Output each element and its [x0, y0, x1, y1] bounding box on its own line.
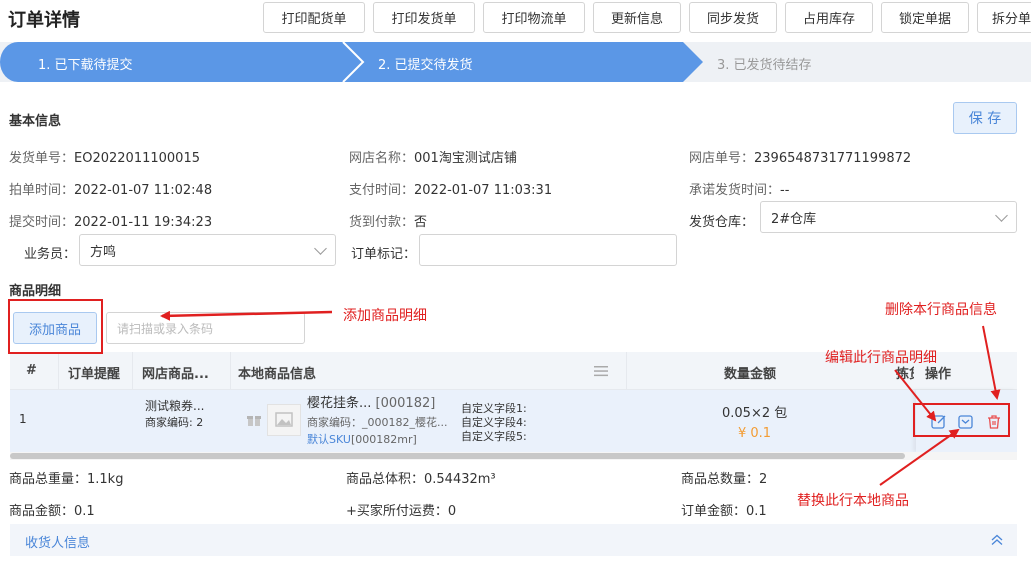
goods-table: # 订单提醒 网店商品... 本地商品信息 数量金额 拣货 操作 1 测试粮券.… [10, 352, 1017, 460]
field-order-mark-label: 订单标记： [351, 247, 417, 262]
custom-field-5: 自定义字段5: [461, 430, 527, 443]
sync-ship-button[interactable]: 同步发货 [689, 2, 777, 33]
chevron-down-icon [314, 242, 327, 255]
goods-title: 商品明细 [9, 284, 62, 299]
receiver-section-header[interactable]: 收货人信息 [10, 524, 1017, 556]
save-button[interactable]: 保 存 [953, 102, 1017, 134]
order-mark-input[interactable] [419, 234, 677, 266]
summary-order-amount: 订单金额：0.1 [681, 504, 767, 519]
annotation-replace-row: 替换此行本地商品 [797, 493, 909, 509]
col-local-goods: 本地商品信息 [238, 367, 317, 382]
barcode-input[interactable]: 请扫描或录入条码 [106, 312, 305, 344]
step-2: 2. 已提交待发货 [378, 58, 473, 73]
sku-info: 默认SKU[000182mr] [307, 433, 417, 446]
receiver-title: 收货人信息 [25, 536, 91, 551]
print-delivery-button[interactable]: 打印发货单 [373, 2, 475, 33]
product-image-placeholder [267, 404, 301, 436]
amount-value: ¥ 0.1 [738, 426, 772, 441]
field-promise-time: 承诺发货时间：-- [689, 183, 790, 198]
highlight-operation-icons [913, 403, 1010, 437]
col-index: # [26, 363, 37, 378]
occupy-stock-button[interactable]: 占用库存 [785, 2, 873, 33]
summary-goods-amount: 商品金额：0.1 [9, 504, 95, 519]
field-order-time: 拍单时间：2022-01-07 11:02:48 [9, 183, 213, 198]
field-ship-no: 发货单号：EO2022011100015 [9, 151, 200, 166]
column-menu-icon[interactable] [594, 364, 608, 378]
steps-background [0, 42, 1031, 82]
print-logistics-button[interactable]: 打印物流单 [483, 2, 585, 33]
row-index: 1 [19, 412, 27, 426]
field-shop-name: 网店名称：001淘宝测试店铺 [349, 151, 517, 166]
field-shop-order-no: 网店单号：2396548731771199872 [689, 151, 912, 166]
chevron-down-icon [995, 209, 1008, 222]
field-warehouse-label: 发货仓库： [689, 215, 755, 230]
qty-value: 0.05×2 包 [722, 406, 788, 421]
field-submit-time: 提交时间：2022-01-11 19:34:23 [9, 215, 213, 230]
annotation-add-detail: 添加商品明细 [343, 308, 427, 324]
print-picking-button[interactable]: 打印配货单 [263, 2, 365, 33]
image-icon [275, 412, 293, 427]
highlight-add-button [8, 299, 103, 354]
step-3: 3. 已发货待结存 [717, 58, 812, 73]
table-row[interactable]: 1 测试粮券... 商家编码: 2 樱花挂条... [000182] 商家编码：… [10, 390, 1017, 452]
summary-weight: 商品总重量：1.1kg [9, 472, 124, 487]
merchant-code: 商家编码：_000182_樱花... [307, 416, 447, 429]
shop-goods-name: 测试粮券... [145, 399, 205, 413]
summary-volume: 商品总体积：0.54432m³ [346, 472, 496, 487]
split-order-button[interactable]: 拆分单 [977, 2, 1031, 33]
step-1: 1. 已下载待提交 [38, 58, 133, 73]
lock-order-button[interactable]: 锁定单据 [881, 2, 969, 33]
annotation-edit-row: 编辑此行商品明细 [825, 350, 937, 366]
receiver-content-cutoff [10, 566, 1017, 580]
col-qty-amount: 数量金额 [724, 367, 777, 382]
collapse-up-icon[interactable] [991, 534, 1003, 546]
annotation-delete-row: 删除本行商品信息 [885, 302, 997, 318]
field-salesman-label: 业务员： [24, 247, 77, 262]
field-pay-time: 支付时间：2022-01-07 11:03:31 [349, 183, 553, 198]
summary-freight: +买家所付运费：0 [346, 504, 457, 519]
basic-info-title: 基本信息 [9, 114, 62, 129]
summary-count: 商品总数量：2 [681, 472, 768, 487]
progress-steps: 1. 已下载待提交 2. 已提交待发货 3. 已发货待结存 [0, 42, 1031, 82]
gift-icon [247, 416, 261, 426]
field-cod: 货到付款：否 [349, 215, 428, 230]
local-goods-name: 樱花挂条... [000182] [307, 396, 436, 411]
shop-goods-code: 商家编码: 2 [145, 416, 204, 429]
warehouse-select[interactable]: 2#仓库 [760, 201, 1017, 233]
col-shop-goods: 网店商品... [142, 367, 209, 382]
scrollbar-thumb[interactable] [10, 453, 905, 459]
update-info-button[interactable]: 更新信息 [593, 2, 681, 33]
header: 订单详情 打印配货单 打印发货单 打印物流单 更新信息 同步发货 占用库存 锁定… [0, 0, 1031, 36]
salesman-select[interactable]: 方鸣 [79, 234, 336, 266]
page-title: 订单详情 [8, 10, 80, 31]
col-remind: 订单提醒 [68, 367, 121, 382]
